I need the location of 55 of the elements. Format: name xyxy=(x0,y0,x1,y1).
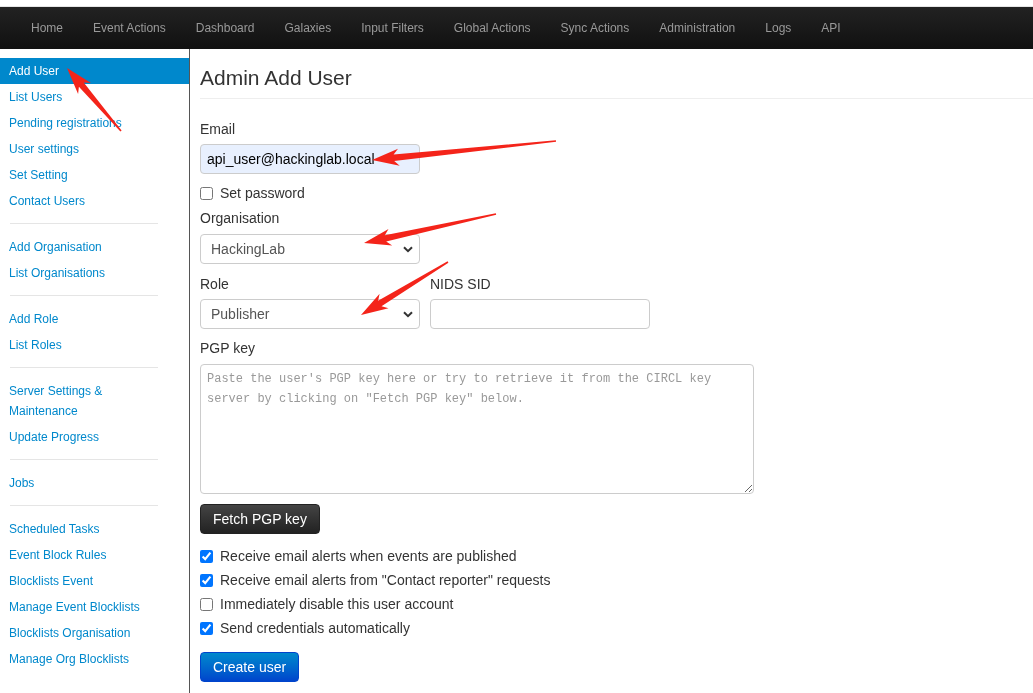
checkbox-label[interactable]: Send credentials automatically xyxy=(220,618,410,638)
sidebar-link[interactable]: Update Progress xyxy=(0,424,189,450)
field-label: PGP key xyxy=(200,339,255,358)
sidebar-link[interactable]: Contact Users xyxy=(0,188,189,214)
checkbox[interactable] xyxy=(200,573,213,587)
role-select[interactable]: Publisher xyxy=(200,299,420,329)
nav-link[interactable]: Event Actions xyxy=(78,18,181,38)
sidebar-link[interactable]: Add User xyxy=(0,58,189,84)
checkbox[interactable] xyxy=(200,621,213,635)
nav-link[interactable]: Logs xyxy=(750,18,807,38)
page-title: Admin Add User xyxy=(200,58,1033,99)
field-label: Organisation xyxy=(200,209,280,228)
chevron-down-icon xyxy=(403,245,413,253)
field-label: Role xyxy=(200,275,229,294)
checkbox[interactable] xyxy=(200,549,213,563)
sidebar-link[interactable]: Add Organisation xyxy=(0,234,189,260)
sidebar-link[interactable]: Add Role xyxy=(0,306,189,332)
sidebar-link[interactable]: List Roles xyxy=(0,332,189,358)
sidebar-link[interactable]: Scheduled Tasks xyxy=(0,516,189,542)
checkbox[interactable] xyxy=(200,597,213,611)
nav-link[interactable]: Galaxies xyxy=(269,18,347,38)
field-label: NIDS SID xyxy=(430,275,491,294)
sidebar-link[interactable]: Blocklists Event xyxy=(0,568,189,594)
create-user-button[interactable]: Create user xyxy=(200,652,300,682)
checkbox-label[interactable]: Set password xyxy=(220,183,305,203)
chevron-down-icon xyxy=(403,310,413,318)
organisation-select[interactable]: HackingLab xyxy=(200,234,420,264)
sidebar-link[interactable]: Event Block Rules xyxy=(0,542,189,568)
sidebar-link[interactable]: User settings xyxy=(0,136,189,162)
nav-link[interactable]: Administration xyxy=(644,18,751,38)
nids-sid-input[interactable] xyxy=(430,299,650,329)
email-input[interactable]: api_user@hackinglab.local xyxy=(200,144,420,174)
annotation-arrow-icon xyxy=(364,213,497,246)
pgp-key-textarea[interactable]: Paste the user's PGP key here or try to retrieve it from the CIRCL key server by clicking on "Fetch PGP key" below. xyxy=(200,364,754,494)
checkbox-label[interactable]: Receive email alerts from "Contact reporter" requests xyxy=(220,570,551,590)
nav-link[interactable]: Input Filters xyxy=(346,18,439,38)
sidebar-link[interactable]: Server Settings & Maintenance xyxy=(0,378,189,424)
sidebar-link[interactable]: List Users xyxy=(0,84,189,110)
checkbox-label[interactable]: Receive email alerts when events are published xyxy=(220,546,517,566)
checkbox[interactable] xyxy=(200,186,213,200)
sidebar-link[interactable]: Set Setting xyxy=(0,162,189,188)
sidebar-link[interactable]: Jobs xyxy=(0,470,189,496)
sidebar-link[interactable]: Blocklists Organisation xyxy=(0,620,189,646)
nav-link[interactable]: API xyxy=(806,18,856,38)
nav-link[interactable]: Home xyxy=(16,18,78,38)
fetch-pgp-key-button[interactable]: Fetch PGP key xyxy=(200,504,320,534)
nav-link[interactable]: Dashboard xyxy=(180,18,270,38)
sidebar-link[interactable]: Manage Org Blocklists xyxy=(0,646,189,672)
nav-link[interactable]: Sync Actions xyxy=(545,18,645,38)
sidebar-link[interactable]: List Organisations xyxy=(0,260,189,286)
sidebar-link[interactable]: Manage Event Blocklists xyxy=(0,594,189,620)
field-label: Email xyxy=(200,120,235,139)
annotation-arrow-icon xyxy=(372,140,557,166)
checkbox-label[interactable]: Immediately disable this user account xyxy=(220,594,454,614)
nav-link[interactable]: Global Actions xyxy=(438,18,546,38)
